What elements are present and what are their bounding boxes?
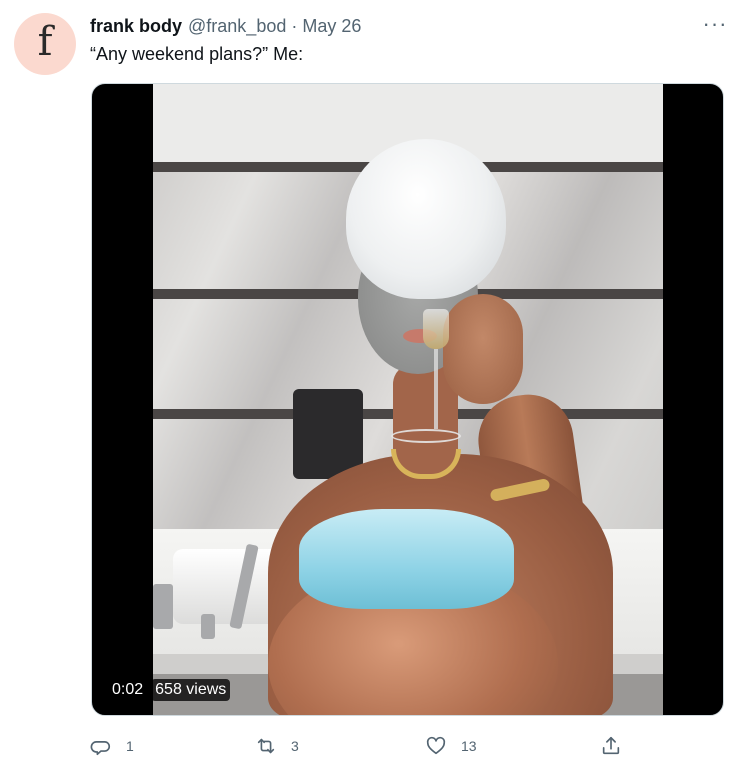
tweet-text: “Any weekend plans?” Me: — [90, 44, 304, 64]
tweet-actions: 1 3 13 — [90, 733, 630, 759]
share-icon — [602, 736, 620, 755]
more-icon[interactable]: ··· — [700, 13, 730, 37]
retweet-button[interactable]: 3 — [255, 733, 299, 759]
like-count: 13 — [461, 738, 477, 754]
video-player[interactable]: 0:02 658 views — [91, 83, 724, 716]
like-icon — [426, 736, 446, 755]
like-button[interactable]: 13 — [425, 733, 477, 759]
reply-button[interactable]: 1 — [90, 733, 134, 759]
author-name[interactable]: frank body — [90, 16, 182, 37]
retweet-icon — [257, 738, 275, 754]
tweet[interactable]: f frank body @frank_bod · May 26 ··· “An… — [0, 0, 750, 764]
avatar[interactable]: f — [14, 13, 76, 75]
author-handle[interactable]: @frank_bod — [188, 16, 286, 37]
share-button[interactable] — [600, 733, 622, 759]
retweet-count: 3 — [291, 738, 299, 754]
tweet-date[interactable]: May 26 — [302, 16, 361, 37]
video-frame — [153, 84, 663, 715]
video-views: 658 views — [151, 679, 231, 701]
header-separator: · — [291, 16, 298, 36]
reply-count: 1 — [126, 738, 134, 754]
video-time: 0:02 — [108, 679, 148, 701]
avatar-letter: f — [37, 19, 53, 65]
video-stats: 0:02 658 views — [108, 678, 231, 702]
tweet-header: frank body @frank_bod · May 26 — [90, 16, 361, 38]
reply-icon — [90, 741, 111, 756]
